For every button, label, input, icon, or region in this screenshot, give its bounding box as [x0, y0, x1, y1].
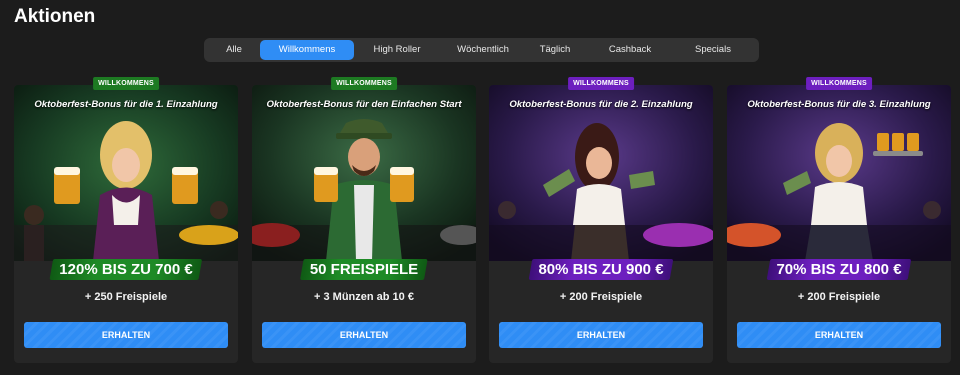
page-title: Aktionen	[14, 6, 96, 27]
promo-title: Oktoberfest-Bonus für die 1. Einzahlung	[34, 99, 218, 110]
bonus-amount: 50 FREISPIELE	[299, 259, 429, 280]
bonus-amount: 80% BIS ZU 900 €	[528, 259, 674, 280]
welcome-badge: WILLKOMMENS	[806, 77, 872, 90]
promo-illustration	[727, 85, 951, 261]
welcome-badge: WILLKOMMENS	[568, 77, 634, 90]
tab-high-roller[interactable]: High Roller	[354, 40, 440, 60]
promo-card: Oktoberfest-Bonus für die 1. Einzahlung …	[14, 77, 238, 363]
promo-card: Oktoberfest-Bonus für die 2. Einzahlung …	[489, 77, 713, 363]
claim-button[interactable]: ERHALTEN	[24, 322, 228, 348]
welcome-badge: WILLKOMMENS	[93, 77, 159, 90]
bonus-subtitle: + 200 Freispiele	[797, 291, 881, 303]
promo-illustration	[252, 85, 476, 261]
tab-cashback[interactable]: Cashback	[584, 40, 676, 60]
tab-specials[interactable]: Specials	[676, 40, 750, 60]
promo-title: Oktoberfest-Bonus für die 2. Einzahlung	[509, 99, 693, 110]
claim-button[interactable]: ERHALTEN	[737, 322, 941, 348]
bonus-subtitle: + 3 Münzen ab 10 €	[314, 291, 414, 303]
claim-button[interactable]: ERHALTEN	[499, 322, 703, 348]
bonus-subtitle: + 200 Freispiele	[559, 291, 643, 303]
bonus-amount: 120% BIS ZU 700 €	[49, 259, 203, 280]
claim-button[interactable]: ERHALTEN	[262, 322, 466, 348]
tab-alle[interactable]: Alle	[208, 40, 260, 60]
promo-illustration	[14, 85, 238, 261]
welcome-badge: WILLKOMMENS	[331, 77, 397, 90]
promo-title: Oktoberfest-Bonus für den Einfachen Star…	[266, 99, 462, 110]
promo-card: Oktoberfest-Bonus für die 3. Einzahlung …	[727, 77, 951, 363]
bonus-amount: 70% BIS ZU 800 €	[766, 259, 912, 280]
tab-willkommens[interactable]: Willkommens	[260, 40, 354, 60]
tab-taeglich[interactable]: Täglich	[526, 40, 584, 60]
tab-woechentlich[interactable]: Wöchentlich	[440, 40, 526, 60]
bonus-subtitle: + 250 Freispiele	[84, 291, 168, 303]
promo-title: Oktoberfest-Bonus für die 3. Einzahlung	[747, 99, 931, 110]
promo-illustration	[489, 85, 713, 261]
promo-category-tabs: Alle Willkommens High Roller Wöchentlich…	[204, 38, 759, 62]
promo-card: Oktoberfest-Bonus für den Einfachen Star…	[252, 77, 476, 363]
